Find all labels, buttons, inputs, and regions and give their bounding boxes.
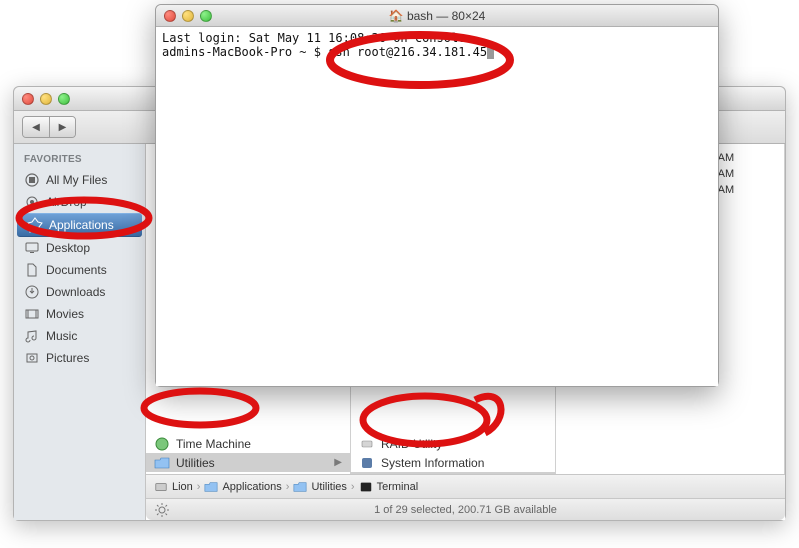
sidebar-item-label: Music	[46, 329, 77, 343]
terminal-body[interactable]: Last login: Sat May 11 16:08:36 on conso…	[156, 27, 718, 386]
all-files-icon	[24, 172, 40, 188]
path-item[interactable]: Terminal	[359, 480, 419, 494]
item-label: System Information	[381, 456, 484, 470]
desktop-icon	[24, 240, 40, 256]
sidebar-item-label: Desktop	[46, 241, 90, 255]
sidebar-item-label: Documents	[46, 263, 107, 277]
sidebar-item-pictures[interactable]: Pictures	[14, 347, 145, 369]
sidebar-item-label: Applications	[49, 218, 114, 232]
sidebar-item-airdrop[interactable]: AirDrop	[14, 191, 145, 213]
list-item[interactable]: Time Machine	[146, 434, 350, 453]
finder-status-bar: 1 of 29 selected, 200.71 GB available	[146, 498, 785, 520]
list-item[interactable]: Utilities ▶	[146, 453, 350, 472]
movies-icon	[24, 306, 40, 322]
path-label: Lion	[172, 481, 193, 493]
nav-forward-button[interactable]: ▶	[49, 117, 75, 137]
minimize-icon[interactable]	[40, 93, 52, 105]
item-label: Time Machine	[176, 437, 251, 451]
zoom-icon[interactable]	[200, 10, 212, 22]
downloads-icon	[24, 284, 40, 300]
sidebar-item-documents[interactable]: Documents	[14, 259, 145, 281]
music-icon	[24, 328, 40, 344]
=: 🏠 bash — 80×24	[156, 9, 718, 23]
path-separator-icon: ›	[197, 481, 201, 493]
minimize-icon[interactable]	[182, 10, 194, 22]
finder-sidebar: FAVORITES All My Files AirDrop Applicati…	[14, 144, 146, 520]
sidebar-item-applications[interactable]: Applications	[17, 213, 142, 237]
documents-icon	[24, 262, 40, 278]
cursor-icon	[487, 45, 494, 59]
sidebar-item-label: All My Files	[46, 173, 107, 187]
nav-back-forward: ◀ ▶	[22, 116, 76, 138]
airdrop-icon	[24, 194, 40, 210]
gear-icon[interactable]	[154, 502, 170, 518]
terminal-title-text: bash — 80×24	[407, 9, 485, 23]
status-text: 1 of 29 selected, 200.71 GB available	[374, 504, 557, 516]
path-item[interactable]: Lion	[154, 480, 193, 494]
path-label: Utilities	[311, 481, 346, 493]
sidebar-item-label: Pictures	[46, 351, 89, 365]
folder-icon	[293, 480, 307, 494]
nav-back-button[interactable]: ◀	[23, 117, 49, 137]
folder-icon	[204, 480, 218, 494]
item-label: RAID Utility	[381, 437, 442, 451]
path-label: Terminal	[377, 481, 419, 493]
disk-icon	[154, 480, 168, 494]
sidebar-item-movies[interactable]: Movies	[14, 303, 145, 325]
app-icon	[359, 436, 375, 452]
path-item[interactable]: Applications	[204, 480, 281, 494]
close-icon[interactable]	[164, 10, 176, 22]
terminal-line: Last login: Sat May 11 16:08:36 on conso…	[162, 31, 465, 45]
applications-icon	[27, 217, 43, 233]
sidebar-item-downloads[interactable]: Downloads	[14, 281, 145, 303]
terminal-command: ssh root@216.34.181.45	[328, 45, 487, 59]
folder-icon	[154, 455, 170, 471]
list-item[interactable]: RAID Utility	[351, 434, 555, 453]
path-separator-icon: ›	[351, 481, 355, 493]
finder-path-bar: Lion › Applications › Utilities › Termin…	[146, 474, 785, 498]
path-label: Applications	[222, 481, 281, 493]
app-icon	[359, 455, 375, 471]
path-separator-icon: ›	[286, 481, 290, 493]
list-item[interactable]: System Information	[351, 453, 555, 472]
pictures-icon	[24, 350, 40, 366]
terminal-window: 🏠 bash — 80×24 Last login: Sat May 11 16…	[155, 4, 719, 387]
sidebar-header: FAVORITES	[14, 150, 145, 169]
sidebar-item-label: Movies	[46, 307, 84, 321]
home-icon: 🏠	[389, 9, 404, 23]
chevron-right-icon: ▶	[334, 457, 342, 468]
sidebar-item-desktop[interactable]: Desktop	[14, 237, 145, 259]
close-icon[interactable]	[22, 93, 34, 105]
terminal-icon	[359, 480, 373, 494]
path-item[interactable]: Utilities	[293, 480, 346, 494]
sidebar-item-label: Downloads	[46, 285, 105, 299]
app-icon	[154, 436, 170, 452]
sidebar-item-all-my-files[interactable]: All My Files	[14, 169, 145, 191]
item-label: Utilities	[176, 456, 215, 470]
zoom-icon[interactable]	[58, 93, 70, 105]
sidebar-item-label: AirDrop	[46, 195, 87, 209]
terminal-prompt: admins-MacBook-Pro ~ $	[162, 45, 328, 59]
terminal-titlebar[interactable]: 🏠 bash — 80×24	[156, 5, 718, 27]
sidebar-item-music[interactable]: Music	[14, 325, 145, 347]
